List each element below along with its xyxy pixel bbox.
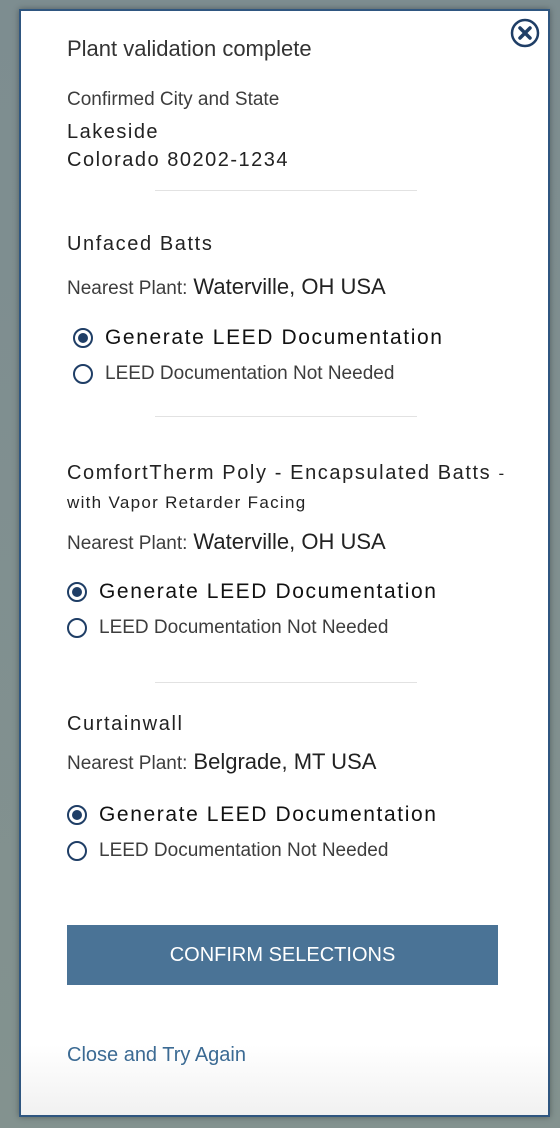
radio-label: LEED Documentation Not Needed: [99, 840, 389, 861]
plant-validation-modal: Plant validation complete Confirmed City…: [19, 9, 550, 1117]
product-name-text: Curtainwall: [67, 713, 184, 735]
divider: [155, 190, 417, 191]
radio-generate-leed[interactable]: Generate LEED Documentation: [67, 803, 438, 827]
close-icon[interactable]: [510, 18, 540, 48]
radio-checked-icon[interactable]: [67, 805, 87, 825]
radio-generate-leed[interactable]: Generate LEED Documentation: [67, 580, 438, 604]
nearest-plant-label: Nearest Plant:: [67, 278, 188, 299]
divider: [155, 416, 417, 417]
radio-leed-not-needed[interactable]: LEED Documentation Not Needed: [73, 363, 394, 385]
radio-checked-icon[interactable]: [67, 582, 87, 602]
close-and-try-again-link[interactable]: Close and Try Again: [67, 1044, 246, 1067]
radio-label: Generate LEED Documentation: [99, 803, 438, 826]
radio-unchecked-icon[interactable]: [67, 841, 87, 861]
nearest-plant-value: Waterville, OH USA: [193, 274, 386, 299]
radio-label: Generate LEED Documentation: [99, 580, 438, 603]
radio-label: Generate LEED Documentation: [105, 326, 444, 349]
product-name: Curtainwall: [67, 710, 507, 739]
divider: [155, 682, 417, 683]
nearest-plant-value: Belgrade, MT USA: [193, 749, 377, 774]
radio-label: LEED Documentation Not Needed: [105, 363, 395, 384]
nearest-plant-line: Nearest Plant: Belgrade, MT USA: [67, 749, 376, 775]
radio-generate-leed[interactable]: Generate LEED Documentation: [73, 326, 444, 350]
radio-unchecked-icon[interactable]: [73, 364, 93, 384]
product-name: ComfortTherm Poly - Encapsulated Batts -…: [67, 459, 507, 517]
confirmed-state-zip: Colorado 80202-1234: [67, 149, 289, 171]
radio-checked-icon[interactable]: [73, 328, 93, 348]
nearest-plant-line: Nearest Plant: Waterville, OH USA: [67, 529, 386, 555]
modal-title: Plant validation complete: [67, 36, 312, 61]
nearest-plant-label: Nearest Plant:: [67, 533, 188, 554]
product-name-text: ComfortTherm Poly - Encapsulated Batts: [67, 462, 492, 484]
nearest-plant-value: Waterville, OH USA: [193, 529, 386, 554]
confirmed-location-label: Confirmed City and State: [67, 89, 280, 110]
radio-unchecked-icon[interactable]: [67, 618, 87, 638]
confirmed-city: Lakeside: [67, 121, 160, 143]
confirm-selections-button[interactable]: CONFIRM SELECTIONS: [67, 925, 498, 985]
radio-label: LEED Documentation Not Needed: [99, 617, 389, 638]
nearest-plant-label: Nearest Plant:: [67, 753, 188, 774]
radio-leed-not-needed[interactable]: LEED Documentation Not Needed: [67, 617, 388, 639]
product-name-text: Unfaced Batts: [67, 233, 214, 255]
nearest-plant-line: Nearest Plant: Waterville, OH USA: [67, 274, 386, 300]
product-name: Unfaced Batts: [67, 230, 507, 259]
radio-leed-not-needed[interactable]: LEED Documentation Not Needed: [67, 840, 388, 862]
